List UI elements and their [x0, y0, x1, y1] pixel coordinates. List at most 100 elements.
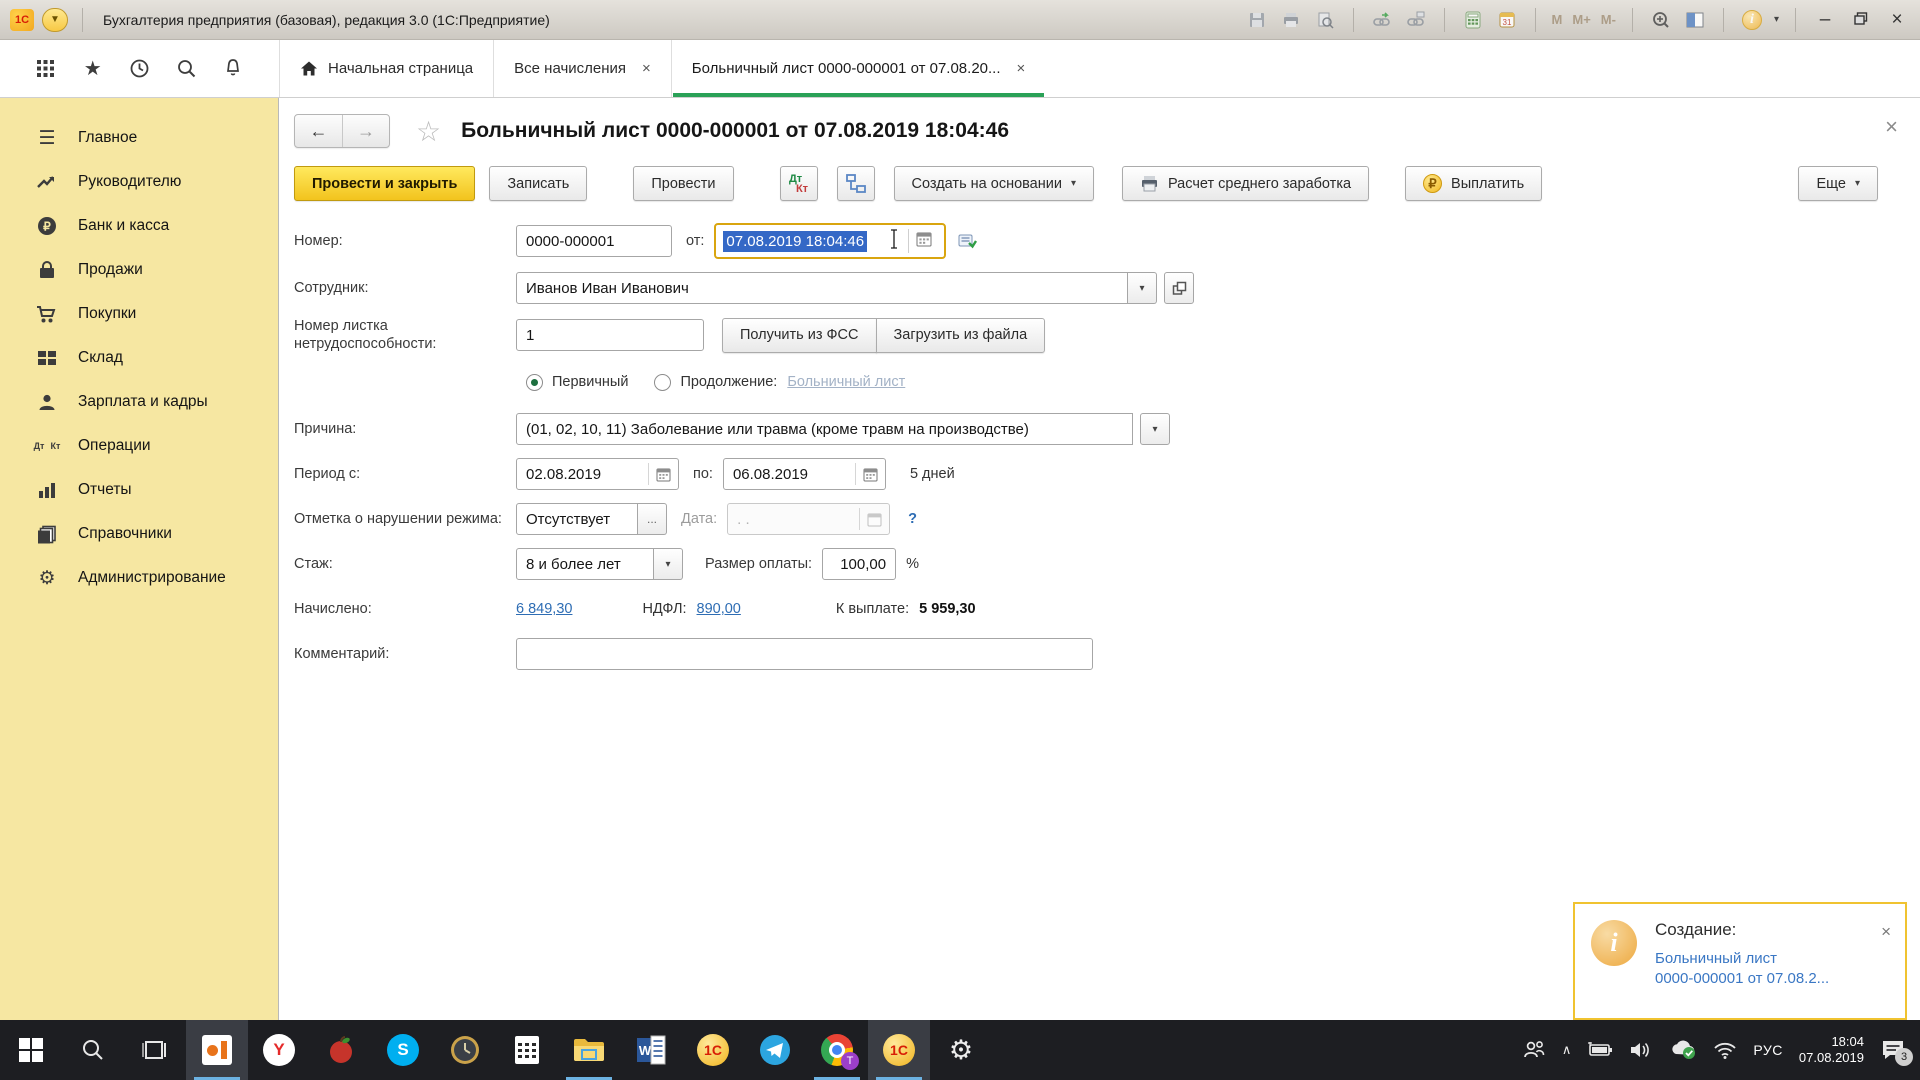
calendar-icon[interactable]: 31 — [1495, 8, 1519, 32]
tab-home[interactable]: Начальная страница — [279, 40, 493, 97]
app-skype-icon[interactable]: S — [372, 1020, 434, 1080]
tab-close-icon[interactable]: × — [1017, 60, 1026, 77]
get-link-icon[interactable] — [1370, 8, 1394, 32]
app-1c-icon[interactable]: 1С — [682, 1020, 744, 1080]
app-file-explorer-icon[interactable] — [558, 1020, 620, 1080]
sidebar-item-main[interactable]: ☰ Главное — [0, 116, 278, 160]
app-chrome-icon[interactable]: T — [806, 1020, 868, 1080]
calendar-picker-icon[interactable] — [916, 231, 932, 251]
tab-all-accruals[interactable]: Все начисления × — [493, 40, 671, 97]
info-caret-icon[interactable]: ▾ — [1774, 14, 1779, 25]
app-apple-icon[interactable] — [310, 1020, 372, 1080]
post-and-close-button[interactable]: Провести и закрыть — [294, 166, 475, 201]
help-link[interactable]: ? — [908, 511, 917, 527]
restore-button[interactable] — [1848, 9, 1874, 31]
sidebar-item-directories[interactable]: Справочники — [0, 512, 278, 556]
split-window-icon[interactable] — [1683, 8, 1707, 32]
favorite-star-icon[interactable]: ☆ — [416, 115, 441, 148]
accrued-amount-link[interactable]: 6 849,30 — [516, 601, 572, 617]
memory-add-button[interactable]: M+ — [1572, 8, 1590, 32]
ndfl-amount-link[interactable]: 890,00 — [697, 601, 741, 617]
employee-input[interactable]: Иванов Иван Иванович — [516, 272, 1128, 304]
people-icon[interactable] — [1522, 1040, 1546, 1060]
app-settings-icon[interactable]: ⚙ — [930, 1020, 992, 1080]
task-view-button[interactable] — [124, 1020, 186, 1080]
language-indicator[interactable]: РУС — [1753, 1042, 1783, 1058]
favorites-star-icon[interactable]: ★ — [80, 56, 106, 82]
app-calculator-icon[interactable] — [496, 1020, 558, 1080]
violation-input[interactable]: Отсутствует — [516, 503, 638, 535]
pay-button[interactable]: ₽ Выплатить — [1405, 166, 1542, 201]
employee-open-button[interactable] — [1164, 272, 1194, 304]
post-button[interactable]: Провести — [633, 166, 733, 201]
sidebar-item-bank[interactable]: ₽ Банк и касса — [0, 204, 278, 248]
notifications-bell-icon[interactable] — [220, 56, 246, 82]
sidebar-item-sales[interactable]: Продажи — [0, 248, 278, 292]
sidebar-item-manager[interactable]: Руководителю — [0, 160, 278, 204]
app-word-icon[interactable]: W — [620, 1020, 682, 1080]
tray-expand-chevron[interactable]: ∧ — [1562, 1042, 1572, 1058]
tab-sick-leave[interactable]: Больничный лист 0000-000001 от 07.08.20.… — [671, 40, 1045, 97]
primary-radio[interactable] — [526, 374, 543, 391]
battery-icon[interactable] — [1587, 1042, 1613, 1058]
violation-select-button[interactable]: ... — [638, 503, 667, 535]
set-time-icon[interactable] — [953, 225, 983, 257]
main-menu-button[interactable]: ▼ — [42, 8, 68, 32]
payment-size-input[interactable]: 100,00 — [822, 548, 896, 580]
period-to-input[interactable]: 06.08.2019 — [723, 458, 886, 490]
dtkt-postings-button[interactable]: ДтКт — [780, 166, 818, 201]
minimize-button[interactable]: – — [1812, 9, 1838, 31]
info-icon[interactable]: i — [1740, 8, 1764, 32]
go-link-icon[interactable] — [1404, 8, 1428, 32]
apps-grid-icon[interactable] — [33, 56, 59, 82]
tab-close-icon[interactable]: × — [642, 60, 651, 77]
zoom-icon[interactable] — [1649, 8, 1673, 32]
save-icon[interactable] — [1245, 8, 1269, 32]
onedrive-icon[interactable] — [1669, 1040, 1697, 1060]
form-close-button[interactable]: × — [1885, 114, 1898, 140]
period-from-input[interactable]: 02.08.2019 — [516, 458, 679, 490]
volume-icon[interactable] — [1629, 1041, 1653, 1059]
get-from-fss-button[interactable]: Получить из ФСС — [722, 318, 877, 353]
start-button[interactable] — [0, 1020, 62, 1080]
sidebar-item-salary[interactable]: Зарплата и кадры — [0, 380, 278, 424]
load-from-file-button[interactable]: Загрузить из файла — [876, 318, 1046, 353]
sidebar-item-reports[interactable]: Отчеты — [0, 468, 278, 512]
create-based-on-button[interactable]: Создать на основании▾ — [894, 166, 1094, 201]
document-date-input[interactable]: 07.08.2019 18:04:46 — [714, 223, 946, 259]
calendar-picker-icon[interactable] — [856, 467, 885, 482]
print-preview-icon[interactable] — [1313, 8, 1337, 32]
average-earnings-button[interactable]: Расчет среднего заработка — [1122, 166, 1369, 201]
structure-button[interactable] — [837, 166, 875, 201]
search-icon[interactable] — [173, 56, 199, 82]
history-icon[interactable] — [126, 56, 152, 82]
app-1c-active-icon[interactable]: 1С — [868, 1020, 930, 1080]
clock[interactable]: 18:04 07.08.2019 — [1799, 1034, 1864, 1066]
seniority-dropdown-button[interactable]: ▾ — [654, 548, 683, 580]
app-1c-start-icon[interactable] — [186, 1020, 248, 1080]
sidebar-item-operations[interactable]: ДтКт Операции — [0, 424, 278, 468]
reason-dropdown-button[interactable]: ▾ — [1140, 413, 1170, 445]
app-telegram-icon[interactable] — [744, 1020, 806, 1080]
wifi-icon[interactable] — [1713, 1041, 1737, 1059]
employee-dropdown-button[interactable]: ▾ — [1128, 272, 1157, 304]
violation-date-input[interactable]: . . — [727, 503, 890, 535]
app-yandex-icon[interactable]: Y — [248, 1020, 310, 1080]
memory-recall-button[interactable]: M — [1552, 8, 1563, 32]
calculator-icon[interactable] — [1461, 8, 1485, 32]
memory-subtract-button[interactable]: M- — [1601, 8, 1616, 32]
sidebar-item-purchases[interactable]: Покупки — [0, 292, 278, 336]
print-icon[interactable] — [1279, 8, 1303, 32]
taskbar-search-button[interactable] — [62, 1020, 124, 1080]
sidebar-item-administration[interactable]: ⚙ Администрирование — [0, 556, 278, 600]
notification-doc-link[interactable]: Больничный лист0000-000001 от 07.08.2... — [1655, 949, 1881, 989]
continuation-radio[interactable] — [654, 374, 671, 391]
action-center-icon[interactable]: 3 — [1880, 1038, 1906, 1062]
sheet-number-input[interactable]: 1 — [516, 319, 704, 351]
number-input[interactable]: 0000-000001 — [516, 225, 672, 257]
seniority-input[interactable]: 8 и более лет — [516, 548, 654, 580]
back-button[interactable]: ← — [295, 115, 342, 147]
sidebar-item-warehouse[interactable]: Склад — [0, 336, 278, 380]
reason-input[interactable]: (01, 02, 10, 11) Заболевание или травма … — [516, 413, 1133, 445]
app-clock-icon[interactable] — [434, 1020, 496, 1080]
